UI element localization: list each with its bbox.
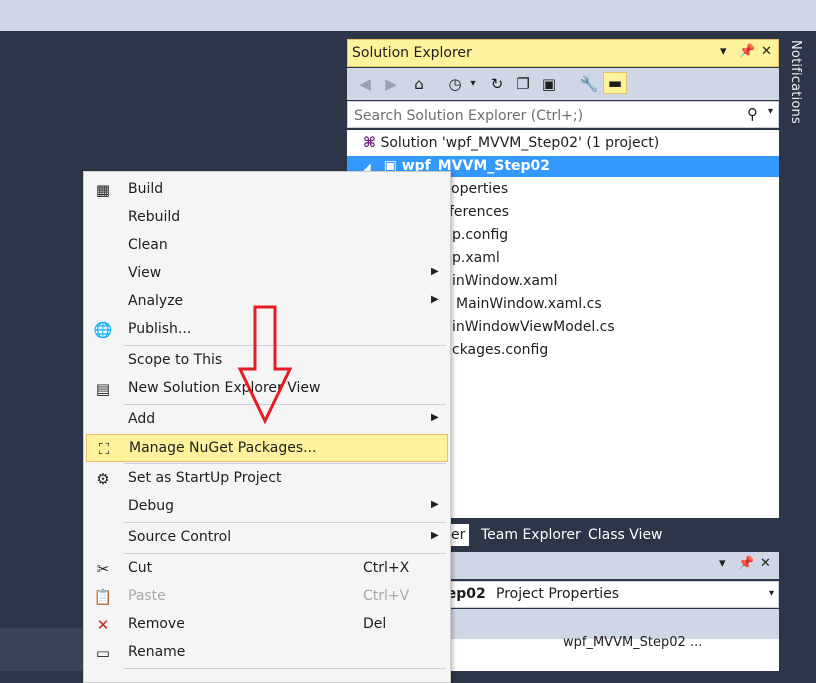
menu-separator: [124, 553, 446, 554]
menu-item-clean[interactable]: Clean: [86, 232, 448, 260]
shortcut-cut: Ctrl+X: [363, 560, 410, 576]
tree-item[interactable]: inWindow.xaml: [452, 271, 558, 292]
back-icon[interactable]: ◀: [355, 74, 375, 94]
home-icon[interactable]: ⌂: [409, 74, 429, 94]
menu-item-set-as-startup-project[interactable]: ⚙ Set as StartUp Project: [86, 465, 448, 493]
remove-icon: ✕: [96, 616, 110, 634]
chevron-down-icon[interactable]: ▾: [769, 588, 774, 599]
menu-separator: [124, 522, 446, 523]
menu-item-build[interactable]: ▦ Build: [86, 176, 448, 204]
notifications-tab[interactable]: Notifications: [788, 40, 803, 124]
submenu-arrow-icon: ▶: [431, 294, 439, 305]
menu-item-paste: 📋 Paste Ctrl+V: [93, 588, 410, 606]
paste-icon: 📋: [93, 588, 113, 606]
solution-explorer-search: ⚲ ▾: [347, 101, 779, 128]
tree-item[interactable]: p.config: [452, 225, 508, 246]
pin-icon[interactable]: 📌: [738, 556, 754, 571]
ide-top-bar: [0, 0, 816, 31]
shortcut-paste: Ctrl+V: [363, 588, 410, 604]
properties-wrench-icon[interactable]: 🔧: [579, 74, 599, 94]
menu-item-debug[interactable]: Debug ▶: [86, 493, 448, 521]
nuget-icon: ⛶: [98, 440, 110, 458]
new-window-icon: ▤: [95, 380, 111, 398]
properties-object-type: Project Properties: [496, 586, 620, 602]
tab-class-view[interactable]: Class View: [584, 524, 667, 546]
scissors-icon: ✂: [96, 560, 110, 578]
preview-selected-icon[interactable]: ▬: [603, 72, 627, 94]
build-icon: ▦: [95, 181, 111, 199]
annotation-down-arrow-icon: [237, 305, 293, 425]
tree-solution-node[interactable]: ⌘ Solution 'wpf_MVVM_Step02' (1 project): [363, 133, 659, 154]
tab-team-explorer[interactable]: Team Explorer: [477, 524, 585, 546]
menu-item-rebuild[interactable]: Rebuild: [86, 204, 448, 232]
project-context-menu: ▦ Build Rebuild Clean View ▶ Analyze ▶ 🌐…: [83, 171, 451, 683]
tree-item[interactable]: operties: [451, 179, 508, 200]
submenu-arrow-icon: ▶: [431, 266, 439, 277]
collapse-all-icon[interactable]: ❐: [513, 74, 533, 94]
refresh-icon[interactable]: ↻: [487, 74, 507, 94]
forward-icon[interactable]: ▶: [381, 74, 401, 94]
solution-icon: ⌘: [363, 135, 376, 151]
menu-item-rename[interactable]: ▭ Rename: [86, 639, 448, 667]
bottom-left-panel: [0, 628, 84, 671]
menu-item-source-control[interactable]: Source Control ▶: [86, 524, 448, 552]
tree-item[interactable]: ferences: [449, 202, 509, 223]
menu-item-remove[interactable]: ✕ Remove Del: [86, 611, 448, 639]
submenu-arrow-icon: ▶: [431, 499, 439, 510]
search-icon[interactable]: ⚲: [747, 105, 758, 123]
history-icon[interactable]: ◷: [445, 74, 465, 94]
shortcut-remove: Del: [363, 616, 387, 632]
window-position-icon[interactable]: ▾: [720, 44, 727, 59]
search-options-dropdown-icon[interactable]: ▾: [768, 106, 773, 117]
solution-explorer-title: Solution Explorer: [352, 45, 472, 61]
close-icon[interactable]: ✕: [760, 556, 771, 571]
solution-explorer-toolbar: ◀ ▶ ⌂ ◷ ▾ ↻ ❐ ▣ 🔧 ▬: [347, 68, 779, 100]
rename-icon: ▭: [95, 644, 111, 662]
history-dropdown-icon[interactable]: ▾: [463, 74, 483, 94]
submenu-arrow-icon: ▶: [431, 412, 439, 423]
menu-item-manage-nuget-packages[interactable]: ⛶ Manage NuGet Packages...: [86, 434, 448, 462]
gear-icon: ⚙: [96, 470, 110, 488]
tree-item[interactable]: MainWindow.xaml.cs: [456, 294, 602, 315]
tree-item[interactable]: ckages.config: [452, 340, 548, 361]
show-all-files-icon[interactable]: ▣: [539, 74, 559, 94]
notifications-strip[interactable]: [781, 31, 816, 671]
menu-item-view[interactable]: View ▶: [86, 260, 448, 288]
tree-item[interactable]: p.xaml: [452, 248, 500, 269]
menu-separator: [124, 668, 446, 669]
globe-icon: 🌐: [93, 321, 113, 339]
close-icon[interactable]: ✕: [761, 44, 772, 59]
window-position-icon[interactable]: ▾: [719, 556, 726, 571]
tree-item[interactable]: inWindowViewModel.cs: [452, 317, 615, 338]
menu-separator: [124, 463, 446, 464]
submenu-arrow-icon: ▶: [431, 530, 439, 541]
solution-explorer-title-bar: Solution Explorer ▾ 📌 ✕: [347, 39, 779, 67]
properties-row-value: wpf_MVVM_Step02 ...: [563, 635, 703, 650]
pin-icon[interactable]: 📌: [739, 44, 755, 59]
search-input[interactable]: [352, 105, 736, 126]
menu-item-cut[interactable]: ✂ Cut Ctrl+X: [86, 555, 448, 583]
